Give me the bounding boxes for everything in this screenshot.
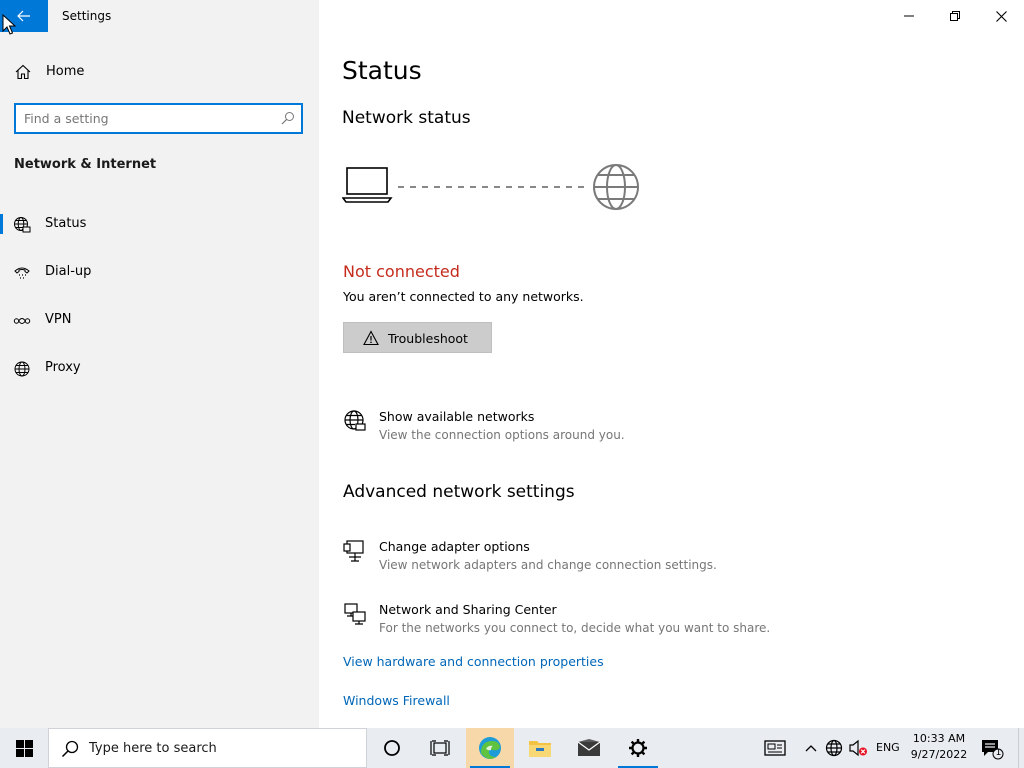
sidebar-item-label: VPN (45, 312, 72, 327)
mail-button[interactable] (565, 728, 613, 768)
troubleshoot-button[interactable]: Troubleshoot (343, 322, 492, 353)
app-title: Settings (62, 9, 112, 23)
sidebar-item-status[interactable]: Status (0, 204, 319, 244)
laptop-icon (342, 167, 393, 203)
close-button[interactable] (978, 0, 1024, 32)
network-globe-tray-icon (825, 739, 843, 757)
show-desktop-button[interactable] (1018, 728, 1024, 768)
change-adapter-options-link[interactable]: Change adapter options View network adap… (343, 539, 843, 583)
connection-status-description: You aren’t connected to any networks. (343, 289, 584, 304)
clock-date: 9/27/2022 (910, 748, 968, 761)
news-widget-button[interactable] (764, 738, 786, 758)
back-arrow-icon (17, 10, 30, 22)
search-input[interactable] (24, 109, 274, 128)
dialup-phone-icon (14, 267, 30, 279)
taskbar-search-text: Type here to search (89, 741, 217, 756)
file-explorer-button[interactable] (516, 728, 564, 768)
speaker-muted-icon (849, 739, 867, 757)
view-hardware-properties-link[interactable]: View hardware and connection properties (343, 654, 604, 669)
edge-taskbar-button[interactable] (466, 728, 514, 768)
language-indicator[interactable]: ENG (876, 741, 900, 754)
restore-icon (950, 11, 960, 21)
settings-taskbar-button[interactable] (614, 728, 662, 768)
windows-logo-icon (15, 739, 33, 757)
adapter-monitor-icon (343, 540, 364, 562)
notification-count: 1 (995, 748, 1002, 758)
volume-tray-button[interactable] (848, 738, 868, 758)
advanced-network-settings-heading: Advanced network settings (343, 482, 575, 502)
mail-envelope-icon (577, 739, 601, 756)
taskbar-search-box[interactable]: Type here to search (48, 728, 367, 768)
status-globe-icon (14, 217, 31, 233)
home-icon (15, 64, 31, 80)
sidebar-item-home[interactable]: Home (0, 56, 319, 88)
network-globe-icon (344, 410, 366, 431)
folder-icon (529, 741, 551, 757)
show-networks-description: View the connection options around you. (379, 428, 625, 442)
taskbar-clock[interactable]: 10:33 AM 9/27/2022 (905, 731, 973, 763)
minimize-button[interactable] (886, 0, 932, 32)
sidebar-item-vpn[interactable]: VPN (0, 300, 319, 340)
network-sharing-center-link[interactable]: Network and Sharing Center For the netwo… (343, 602, 843, 646)
taskbar: Type here to search ENG 10:33 AM 9/27/20… (0, 728, 1024, 768)
restore-button[interactable] (932, 0, 978, 32)
sidebar-item-label: Status (45, 216, 87, 231)
show-hidden-icons-button[interactable] (801, 738, 821, 758)
page-title: Status (342, 56, 422, 85)
internet-globe-icon (593, 164, 639, 210)
gear-icon (629, 739, 647, 757)
sharing-center-title: Network and Sharing Center (379, 602, 557, 617)
network-diagram (342, 164, 639, 210)
chevron-up-icon (805, 745, 817, 752)
sidebar: Settings Home Network & Internet Status … (0, 0, 319, 728)
news-icon (764, 740, 786, 756)
action-center-button[interactable]: 1 (980, 738, 1004, 760)
sidebar-item-label: Proxy (45, 360, 81, 375)
sharing-center-icon (344, 603, 366, 625)
sidebar-item-proxy[interactable]: Proxy (0, 348, 319, 388)
change-adapter-description: View network adapters and change connect… (379, 558, 717, 572)
show-networks-title: Show available networks (379, 409, 535, 424)
windows-firewall-link[interactable]: Windows Firewall (343, 693, 450, 708)
edge-browser-icon (479, 737, 501, 759)
cortana-button[interactable] (368, 728, 416, 768)
globe-icon (14, 361, 30, 377)
close-icon (995, 10, 1007, 22)
section-title: Network & Internet (14, 157, 157, 172)
network-tray-button[interactable] (824, 738, 844, 758)
search-icon[interactable] (281, 111, 295, 126)
start-button[interactable] (0, 728, 48, 768)
clock-time: 10:33 AM (912, 732, 966, 745)
cortana-circle-icon (384, 740, 400, 756)
mouse-cursor-icon (2, 14, 16, 35)
task-view-icon (430, 740, 450, 756)
warning-icon (363, 330, 379, 346)
search-icon (61, 740, 79, 758)
network-status-heading: Network status (342, 108, 471, 128)
show-available-networks-link[interactable]: Show available networks View the connect… (343, 409, 843, 453)
task-view-button[interactable] (416, 728, 464, 768)
vpn-icon (13, 318, 31, 324)
troubleshoot-label: Troubleshoot (388, 331, 468, 346)
connection-status-text: Not connected (343, 262, 460, 281)
search-box[interactable] (14, 103, 303, 134)
sidebar-item-label: Dial-up (45, 264, 92, 279)
sidebar-item-label: Home (46, 64, 85, 79)
sidebar-item-dialup[interactable]: Dial-up (0, 252, 319, 292)
change-adapter-title: Change adapter options (379, 539, 530, 554)
sharing-center-description: For the networks you connect to, decide … (379, 621, 771, 635)
minimize-icon (904, 15, 914, 17)
